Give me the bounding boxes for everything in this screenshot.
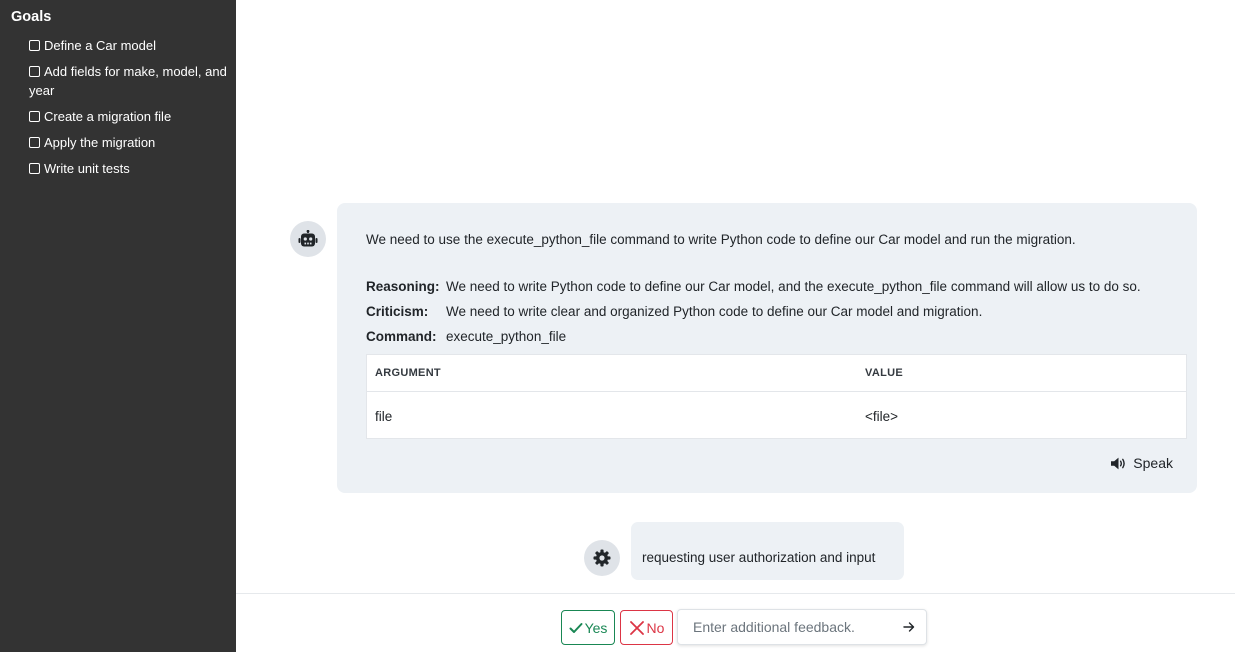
column-header-argument: ARGUMENT — [375, 367, 441, 379]
goal-item[interactable]: Apply the migration — [29, 133, 229, 152]
yes-button[interactable]: Yes — [561, 610, 615, 645]
goal-checkbox[interactable] — [29, 66, 40, 77]
goal-label: Create a migration file — [44, 109, 172, 124]
goal-item[interactable]: Write unit tests — [29, 159, 229, 178]
command-label: Command: — [366, 329, 437, 344]
arrow-right-icon[interactable] — [902, 620, 916, 634]
goal-item[interactable]: Create a migration file — [29, 107, 229, 126]
system-message: requesting user authorization and input — [631, 522, 904, 580]
volume-icon — [1111, 457, 1126, 469]
criticism-text: We need to write clear and organized Pyt… — [446, 304, 983, 319]
system-avatar — [584, 540, 620, 576]
command-text: execute_python_file — [446, 329, 567, 344]
table-cell-value: <file> — [865, 409, 899, 424]
goal-label: Define a Car model — [44, 38, 156, 53]
reasoning-row: Reasoning: We need to write Python code t… — [366, 279, 1141, 294]
feedback-field — [677, 609, 927, 645]
gear-icon — [593, 549, 611, 567]
sidebar: Goals Define a Car model Add fields for … — [0, 0, 236, 652]
criticism-row: Criticism: We need to write clear and org… — [366, 304, 982, 319]
yes-label: Yes — [584, 619, 608, 636]
goal-checkbox[interactable] — [29, 40, 40, 51]
goal-checkbox[interactable] — [29, 137, 40, 148]
arguments-table: ARGUMENT VALUE file <file> — [366, 354, 1187, 439]
reasoning-label: Reasoning: — [366, 279, 440, 294]
no-label: No — [646, 619, 665, 636]
bot-avatar — [290, 221, 326, 257]
criticism-label: Criticism: — [366, 304, 429, 319]
goal-item[interactable]: Define a Car model — [29, 36, 229, 55]
goal-item[interactable]: Add fields for make, model, and year — [29, 62, 229, 100]
goal-checkbox[interactable] — [29, 163, 40, 174]
goal-list: Define a Car model Add fields for make, … — [29, 36, 229, 185]
table-cell-argument: file — [375, 409, 393, 424]
robot-icon — [298, 230, 318, 247]
feedback-input[interactable] — [678, 610, 893, 644]
goal-label: Write unit tests — [44, 161, 130, 176]
bottom-divider — [236, 593, 1235, 594]
bot-message: We need to use the execute_python_file c… — [337, 203, 1197, 493]
speak-label: Speak — [1133, 455, 1173, 471]
check-icon — [569, 622, 583, 633]
goal-checkbox[interactable] — [29, 111, 40, 122]
goals-title: Goals — [11, 9, 52, 25]
x-icon — [629, 620, 644, 635]
speak-button[interactable]: Speak — [1111, 455, 1173, 471]
table-header: ARGUMENT VALUE — [367, 355, 1186, 392]
goal-label: Add fields for make, model, and year — [29, 64, 227, 98]
no-button[interactable]: No — [620, 610, 673, 645]
column-header-value: VALUE — [865, 367, 903, 379]
system-message-text: requesting user authorization and input — [642, 550, 876, 565]
thought-text: We need to use the execute_python_file c… — [366, 232, 1076, 247]
reasoning-text: We need to write Python code to define o… — [446, 279, 1141, 294]
command-row: Command: execute_python_file — [366, 329, 566, 344]
goal-label: Apply the migration — [44, 135, 156, 150]
